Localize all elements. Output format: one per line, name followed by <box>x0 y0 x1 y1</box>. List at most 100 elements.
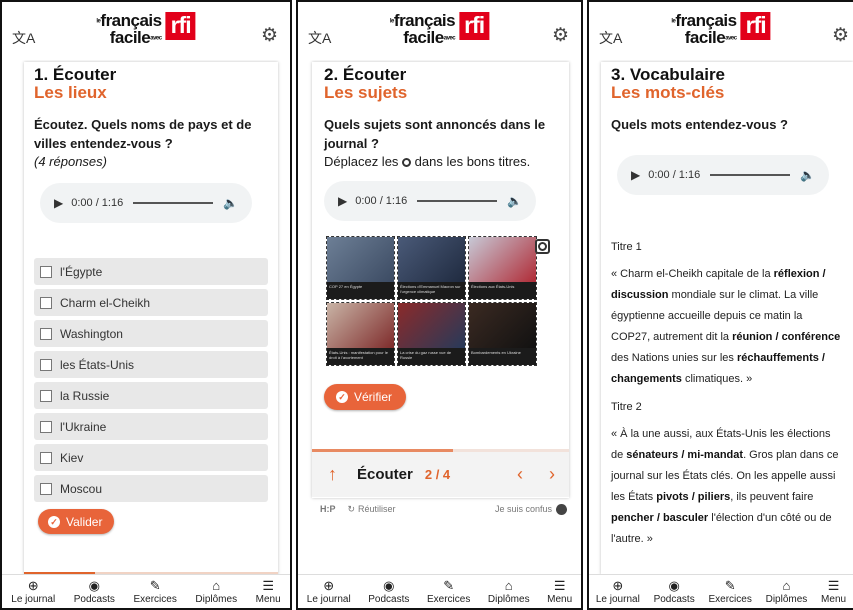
nav-item-diplomes[interactable]: ⌂ Diplômes <box>195 575 237 608</box>
nav-item-podcasts[interactable]: ◉ Podcasts <box>368 575 409 608</box>
verify-button[interactable]: ✓ Vérifier <box>324 384 407 410</box>
nav-item-le-journal[interactable]: ⊕ Le journal <box>11 575 55 608</box>
checkbox-icon[interactable] <box>40 389 52 402</box>
checkbox-icon[interactable] <box>40 327 52 340</box>
logo-line2: facile <box>403 28 444 47</box>
checkbox-icon[interactable] <box>40 420 52 433</box>
app-header: 文A lefrançais facileavec rfi ⚙ <box>589 2 853 60</box>
option-checkbox[interactable]: la Russie <box>34 382 268 409</box>
choice-pivots-piliers[interactable]: pivots / piliers <box>656 491 730 503</box>
option-checkbox[interactable]: les États-Unis <box>34 351 268 378</box>
logo-line2: facile <box>684 28 726 47</box>
choice-pencher-basculer[interactable]: pencher / basculer <box>611 512 708 524</box>
image-tile[interactable]: Élections aux États-Unis <box>468 236 537 300</box>
play-icon[interactable]: ▶ <box>338 194 347 208</box>
verify-button-label: Vérifier <box>354 390 393 404</box>
option-label: Washington <box>60 326 123 341</box>
nav-item-le-journal[interactable]: ⊕ Le journal <box>307 575 351 608</box>
nav-label: Le journal <box>595 594 640 605</box>
globe-icon: ⊕ <box>612 578 624 593</box>
nav-item-podcasts[interactable]: ◉ Podcasts <box>74 575 115 608</box>
image-tile[interactable]: États-Unis : manifestation pour le droit… <box>326 302 395 366</box>
choice-senateurs-mi-mandat[interactable]: sénateurs / mi-mandat <box>626 449 743 461</box>
option-checkbox[interactable]: l'Égypte <box>34 258 268 285</box>
validate-button[interactable]: ✓ Valider <box>38 509 115 534</box>
translate-icon[interactable]: 文A <box>599 28 622 48</box>
section-subtitle: Les sujets <box>324 83 408 102</box>
nav-item-exercices[interactable]: ✎ Exercices <box>708 575 751 608</box>
translate-icon[interactable]: 文A <box>308 28 331 48</box>
tile-caption: La crise du gaz russe vue de Russie <box>398 348 465 365</box>
audio-seek-bar[interactable] <box>710 174 791 176</box>
logo[interactable]: lefrançais facileavec rfi <box>96 12 196 46</box>
image-tile[interactable]: La crise du gaz russe vue de Russie <box>397 302 466 366</box>
audio-player[interactable]: ▶ 0:00 / 1:16 🔈 <box>40 183 252 223</box>
nav-item-le-journal[interactable]: ⊕ Le journal <box>596 575 640 608</box>
option-checkbox[interactable]: Kiev <box>34 444 268 471</box>
audio-time: 0:00 / 1:16 <box>71 197 124 209</box>
gear-icon[interactable]: ⚙ <box>552 24 569 47</box>
volume-icon[interactable]: 🔈 <box>507 194 522 208</box>
checkbox-icon[interactable] <box>40 451 52 464</box>
option-checkbox[interactable]: Charm el-Cheikh <box>34 289 268 316</box>
confused-icon[interactable] <box>556 503 567 515</box>
nav-label: Menu <box>821 594 847 605</box>
volume-icon[interactable]: 🔈 <box>223 196 238 210</box>
checkbox-icon[interactable] <box>40 482 52 495</box>
nav-item-diplomes[interactable]: ⌂ Diplômes <box>766 575 808 608</box>
instruction-pre: Déplacez les <box>324 154 403 169</box>
checkbox-icon[interactable] <box>40 358 52 371</box>
check-icon: ✓ <box>336 391 348 403</box>
bottom-nav: ⊕ Le journal ◉ Podcasts ✎ Exercices ⌂ Diplôm… <box>589 574 853 608</box>
logo[interactable]: lefrançais facileavec rfi <box>390 12 490 47</box>
pager-bar: ↑ Écouter 2 / 4 ‹ › <box>312 452 569 497</box>
hamburger-icon: ☰ <box>553 578 566 593</box>
option-label: les États-Unis <box>60 357 135 372</box>
choice-reunion-conference[interactable]: réunion / conférence <box>732 331 840 343</box>
play-icon[interactable]: ▶ <box>631 168 640 182</box>
audio-seek-bar[interactable] <box>133 202 214 204</box>
confused-link[interactable]: Je suis confus <box>495 504 552 514</box>
logo-small-avec: avec <box>443 35 456 42</box>
reuse-link[interactable]: Réutiliser <box>358 504 396 514</box>
nav-item-menu[interactable]: ☰ Menu <box>256 575 281 608</box>
chevron-left-icon[interactable]: ‹ <box>517 464 523 485</box>
chevron-right-icon[interactable]: › <box>549 464 555 485</box>
checkbox-icon[interactable] <box>40 296 52 309</box>
image-tile[interactable]: Élections d'Emmanuel Macron sur l'urgenc… <box>397 236 466 300</box>
logo[interactable]: lefrançais facileavec rfi <box>671 12 771 47</box>
tools-bar: H:P ↻ Réutiliser Je suis confus <box>312 499 569 519</box>
hp-label[interactable]: H:P <box>320 504 336 514</box>
audio-player[interactable]: ▶ 0:00 / 1:16 🔈 <box>617 155 829 195</box>
play-icon[interactable]: ▶ <box>54 196 63 210</box>
answer-count-note: (4 réponses) <box>34 154 107 169</box>
translate-icon[interactable]: 文A <box>12 28 35 48</box>
option-label: la Russie <box>60 388 110 403</box>
draggable-circle-icon[interactable] <box>535 239 550 254</box>
option-checkbox[interactable]: l'Ukraine <box>34 413 268 440</box>
nav-item-exercices[interactable]: ✎ Exercices <box>133 575 176 608</box>
gear-icon[interactable]: ⚙ <box>832 24 849 47</box>
tile-caption: Élections aux États-Unis <box>469 282 536 299</box>
bottom-nav: ⊕ Le journal ◉ Podcasts ✎ Exercices ⌂ Diplôm… <box>298 574 581 608</box>
pager-count: 2 / 4 <box>424 467 451 482</box>
nav-item-exercices[interactable]: ✎ Exercices <box>427 575 470 608</box>
checkbox-icon[interactable] <box>40 265 52 278</box>
drag-area: COP 27 en Égypte Élections d'Emmanuel Mac… <box>312 236 562 366</box>
arrow-up-icon[interactable]: ↑ <box>328 464 337 485</box>
nav-item-podcasts[interactable]: ◉ Podcasts <box>654 575 695 608</box>
option-checkbox[interactable]: Washington <box>34 320 268 347</box>
image-tile[interactable]: COP 27 en Égypte <box>326 236 395 300</box>
option-checkbox[interactable]: Moscou <box>34 475 268 502</box>
image-tile[interactable]: Bombardements en Ukraine <box>468 302 537 366</box>
news-photo <box>398 303 465 349</box>
image-grid: COP 27 en Égypte Élections d'Emmanuel Mac… <box>326 236 537 366</box>
nav-item-diplomes[interactable]: ⌂ Diplômes <box>488 575 530 608</box>
audio-player[interactable]: ▶ 0:00 / 1:16 🔈 <box>324 181 536 221</box>
nav-label: Menu <box>547 594 573 605</box>
gear-icon[interactable]: ⚙ <box>261 24 278 47</box>
volume-icon[interactable]: 🔈 <box>800 168 815 182</box>
audio-seek-bar[interactable] <box>417 200 498 202</box>
nav-item-menu[interactable]: ☰ Menu <box>547 575 572 608</box>
nav-item-menu[interactable]: ☰ Menu <box>821 575 846 608</box>
